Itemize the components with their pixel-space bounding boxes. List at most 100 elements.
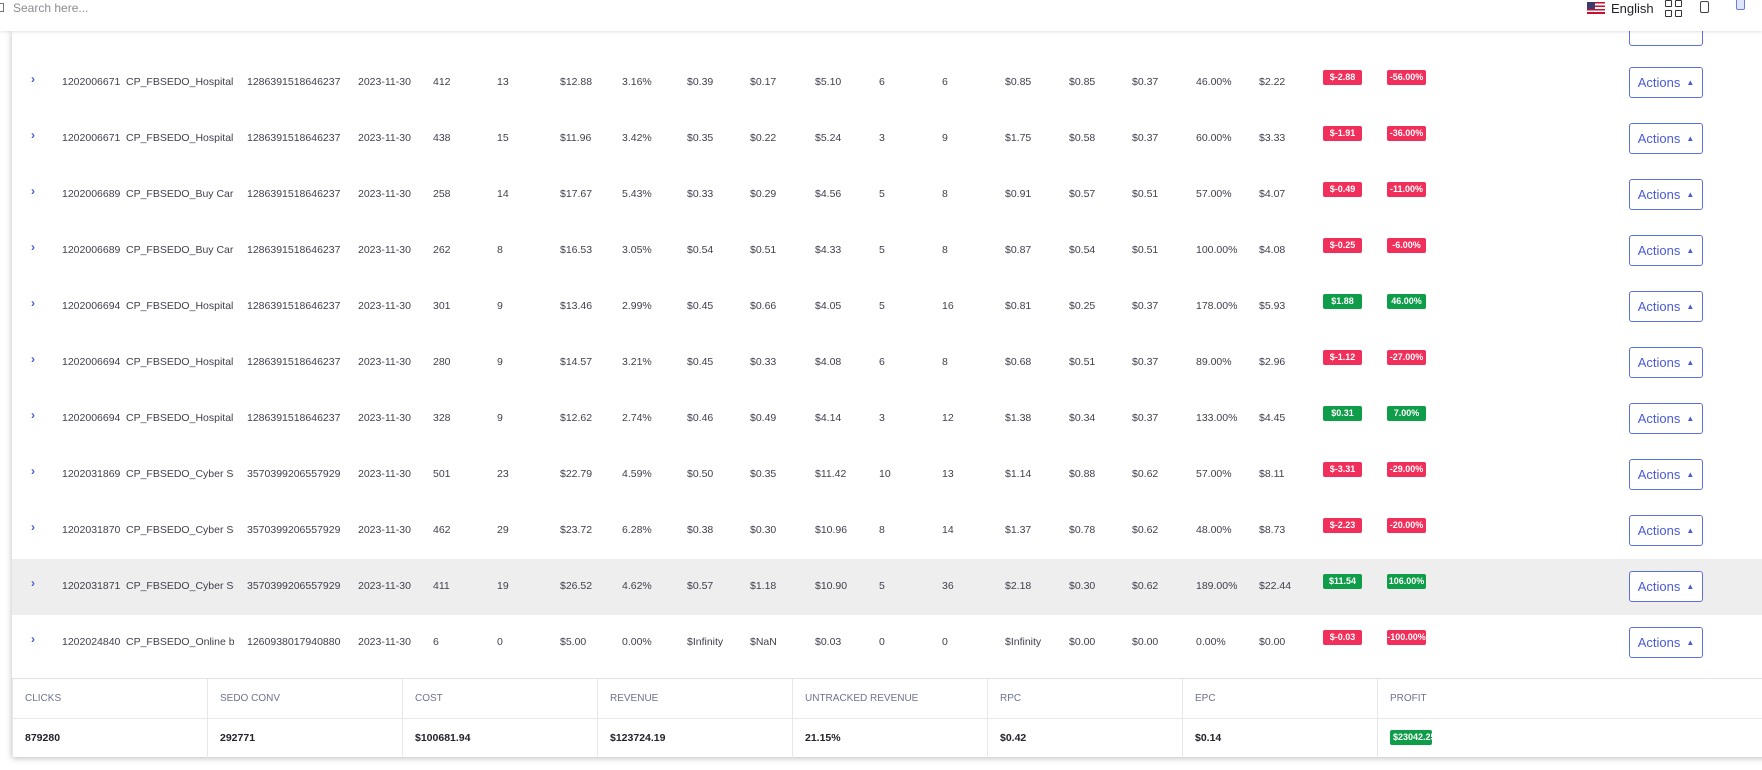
- expand-chevron-icon[interactable]: ›: [31, 464, 35, 478]
- cell-conversions: 9: [497, 412, 503, 424]
- cell-metric-c: $0.62: [1132, 524, 1159, 536]
- table-row[interactable]: › 1202006671 CP_FBSEDO_Hospital Porter 1286…: [12, 111, 1762, 167]
- summary-rpc: RPC $0.42: [987, 679, 1182, 758]
- apps-grid-icon[interactable]: [1665, 0, 1682, 17]
- cell-ctr: 4.62%: [622, 580, 652, 592]
- caret-up-icon: ▲: [1686, 78, 1695, 87]
- roi-badge: 7.00%: [1387, 406, 1426, 421]
- cell-rpc: $0.29: [750, 188, 777, 200]
- summary-value: 292771: [220, 732, 256, 744]
- expand-chevron-icon[interactable]: ›: [31, 352, 35, 366]
- actions-button[interactable]: Actions ▲: [1629, 179, 1703, 210]
- table-row[interactable]: › 1202031871 CP_FBSEDO_Cyber Security 35703…: [12, 559, 1762, 615]
- actions-label: Actions: [1637, 131, 1681, 146]
- cell-cost: $14.57: [560, 356, 593, 368]
- top-bar: English: [0, 0, 1762, 31]
- actions-label: Actions: [1637, 411, 1681, 426]
- table-row[interactable]: › 1202006689 CP_FBSEDO_Buy Car Now Deals 12…: [12, 167, 1762, 223]
- cell-campaign-name: CP_FBSEDO_Cyber Security: [126, 524, 234, 536]
- campaign-table-body: › 1202006671 CP_FBSEDO_Hospital Porter 1286…: [12, 55, 1762, 671]
- cell-percent: 133.00%: [1196, 412, 1238, 424]
- table-row[interactable]: › 1202006694 CP_FBSEDO_Hospital Porter 1286…: [12, 391, 1762, 447]
- cell-metric-b: $0.78: [1069, 524, 1096, 536]
- cell-date: 2023-11-30: [358, 132, 411, 144]
- cell-account-id: 1286391518646237: [247, 300, 341, 312]
- roi-badge: -36.00%: [1387, 126, 1426, 141]
- expand-chevron-icon[interactable]: ›: [31, 576, 35, 590]
- clipboard-icon[interactable]: [1736, 0, 1745, 10]
- cell-date: 2023-11-30: [358, 76, 411, 88]
- actions-button[interactable]: Actions ▲: [1629, 291, 1703, 322]
- cell-percent: 57.00%: [1196, 188, 1232, 200]
- cell-metric-d: $22.44: [1259, 580, 1292, 592]
- cell-cpc: $0.54: [687, 244, 714, 256]
- cell-clicks: 6: [433, 636, 439, 648]
- cell-account-id: 1286391518646237: [247, 132, 341, 144]
- expand-chevron-icon[interactable]: ›: [31, 520, 35, 534]
- actions-button[interactable]: Actions ▲: [1629, 571, 1703, 602]
- fullscreen-icon[interactable]: [1700, 1, 1709, 13]
- actions-button[interactable]: Actions ▲: [1629, 235, 1703, 266]
- cell-rpc: $1.18: [750, 580, 777, 592]
- summary-label: UNTRACKED REVENUE: [805, 693, 919, 704]
- cell-cpc: $0.35: [687, 132, 714, 144]
- table-row[interactable]: › 1202006694 CP_FBSEDO_Hospital Porter 1286…: [12, 279, 1762, 335]
- cell-cost: $23.72: [560, 524, 593, 536]
- cell-campaign-id: 1202006694: [62, 412, 120, 424]
- cell-metric-a: $2.18: [1005, 580, 1032, 592]
- cell-count-b: 8: [942, 244, 948, 256]
- expand-chevron-icon[interactable]: ›: [31, 184, 35, 198]
- cell-campaign-name: CP_FBSEDO_Hospital Porter: [126, 300, 234, 312]
- actions-button[interactable]: Actions ▲: [1629, 403, 1703, 434]
- cell-metric-d: $2.22: [1259, 76, 1286, 88]
- cell-campaign-id: 1202006671: [62, 76, 120, 88]
- cell-account-id: 1286391518646237: [247, 188, 341, 200]
- summary-bar: CLICKS 879280 SEDO CONV 292771 COST $100681.9…: [12, 678, 1762, 758]
- profit-badge: $-2.23: [1323, 518, 1362, 533]
- table-row[interactable]: › 1202031870 CP_FBSEDO_Cyber Security 35703…: [12, 503, 1762, 559]
- cell-percent: 178.00%: [1196, 300, 1238, 312]
- cell-count-b: 16: [942, 300, 954, 312]
- table-row[interactable]: › 1202006689 CP_FBSEDO_Buy Car Now Deals 12…: [12, 223, 1762, 279]
- cell-campaign-id: 1202006694: [62, 356, 120, 368]
- actions-button[interactable]: Actions ▲: [1629, 627, 1703, 658]
- cell-metric-c: $0.37: [1132, 76, 1159, 88]
- cell-cpc: $Infinity: [687, 636, 724, 648]
- cell-metric-d: $0.00: [1259, 636, 1286, 648]
- cell-campaign-id: 1202006671: [62, 132, 120, 144]
- cell-metric-c: $0.37: [1132, 132, 1159, 144]
- cell-metric-b: $0.54: [1069, 244, 1096, 256]
- actions-button[interactable]: Actions ▲: [1629, 347, 1703, 378]
- summary-cost: COST $100681.94: [402, 679, 597, 758]
- expand-chevron-icon[interactable]: ›: [31, 408, 35, 422]
- cell-count-a: 6: [879, 356, 885, 368]
- roi-badge: -100.00%: [1387, 630, 1426, 645]
- expand-chevron-icon[interactable]: ›: [31, 72, 35, 86]
- table-row[interactable]: › 1202006671 CP_FBSEDO_Hospital Porter 1286…: [12, 55, 1762, 111]
- cell-date: 2023-11-30: [358, 188, 411, 200]
- table-row[interactable]: › 1202024840 CP_FBSEDO_Online bank_F 126093…: [12, 615, 1762, 671]
- table-row[interactable]: › 1202031869 CP_FBSEDO_Cyber Security 35703…: [12, 447, 1762, 503]
- summary-epc: EPC $0.14: [1182, 679, 1377, 758]
- expand-chevron-icon[interactable]: ›: [31, 240, 35, 254]
- language-selector[interactable]: English: [1587, 0, 1654, 16]
- actions-button[interactable]: Actions ▲: [1629, 515, 1703, 546]
- actions-button[interactable]: Actions ▲: [1629, 123, 1703, 154]
- actions-button[interactable]: Actions ▲: [1629, 67, 1703, 98]
- search-input[interactable]: [13, 0, 413, 16]
- cell-cost: $13.46: [560, 300, 593, 312]
- actions-button[interactable]: Actions ▲: [1629, 459, 1703, 490]
- cell-campaign-name: CP_FBSEDO_Hospital Porter: [126, 356, 234, 368]
- summary-value: $100681.94: [415, 732, 471, 744]
- expand-chevron-icon[interactable]: ›: [31, 296, 35, 310]
- cell-ctr: 6.28%: [622, 524, 652, 536]
- cell-account-id: 3570399206557929: [247, 468, 341, 480]
- cell-revenue: $11.42: [815, 468, 847, 480]
- expand-chevron-icon[interactable]: ›: [31, 632, 35, 646]
- cell-metric-b: $0.85: [1069, 76, 1096, 88]
- caret-up-icon: ▲: [1686, 246, 1695, 255]
- table-row[interactable]: › 1202006694 CP_FBSEDO_Hospital Porter 1286…: [12, 335, 1762, 391]
- actions-label: Actions: [1637, 75, 1681, 90]
- cell-account-id: 1260938017940880: [247, 636, 341, 648]
- expand-chevron-icon[interactable]: ›: [31, 128, 35, 142]
